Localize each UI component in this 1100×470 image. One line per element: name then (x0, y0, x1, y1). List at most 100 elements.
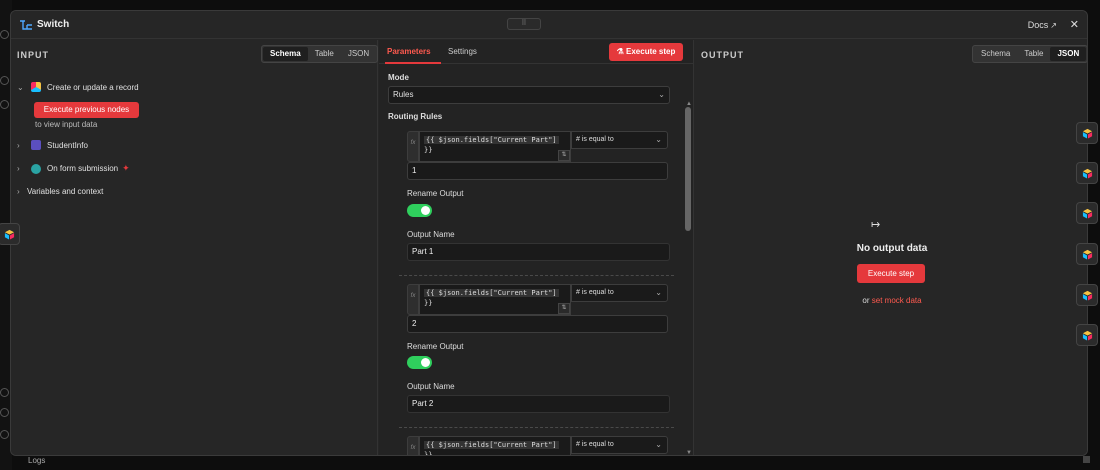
execute-step-button[interactable]: Execute step (857, 264, 925, 283)
output-node-tile[interactable] (1076, 243, 1098, 265)
airtable-icon (1082, 290, 1093, 301)
output-node-tile[interactable] (1076, 284, 1098, 306)
expression-fx-icon: fx (407, 436, 419, 455)
input-view-schema[interactable]: Schema (263, 47, 308, 61)
view-input-hint: to view input data (35, 120, 98, 129)
chevron-right-icon: › (17, 187, 20, 196)
tree-item-studentinfo[interactable]: › StudentInfo (17, 140, 88, 150)
rename-output-label: Rename Output (407, 189, 464, 198)
expand-expression-icon[interactable]: ⇅ (558, 150, 570, 161)
output-view-schema[interactable]: Schema (974, 47, 1017, 61)
tree-item-variables[interactable]: › Variables and context (17, 187, 103, 196)
chevron-right-icon: › (17, 164, 20, 173)
airtable-icon (1082, 168, 1093, 179)
tree-item-form-submission[interactable]: › On form submission ✦ (17, 163, 130, 174)
external-link-icon: ↗ (1050, 21, 1057, 30)
input-label: INPUT (17, 50, 49, 60)
rule-divider (399, 427, 674, 428)
input-view-json[interactable]: JSON (341, 47, 376, 61)
expand-expression-icon[interactable]: ⇅ (558, 303, 570, 314)
rule-2-operator-select[interactable]: # is equal to ⌄ (571, 284, 668, 302)
mock-data-hint: or set mock data (695, 296, 1087, 305)
output-name-label: Output Name (407, 230, 455, 239)
expression-end: }} (424, 451, 433, 456)
rule-2-output-name-input[interactable]: Part 2 (407, 395, 670, 413)
parameters-scroll-area[interactable]: Mode Rules ⌄ Routing Rules fx {{ $json.f… (379, 65, 693, 456)
trigger-badge-icon: ✦ (122, 163, 130, 173)
expression-fx-icon: fx (407, 131, 419, 162)
output-label: OUTPUT (701, 50, 744, 60)
airtable-icon (1082, 249, 1093, 260)
input-node-tile[interactable] (0, 223, 20, 245)
switch-node-icon (19, 18, 33, 32)
tree-item-label: Variables and context (27, 187, 104, 196)
scrollbar-thumb[interactable] (685, 107, 691, 231)
rule-3-operator-select[interactable]: # is equal to ⌄ (571, 436, 668, 454)
bg-search-icon (0, 30, 9, 39)
operator-value: # is equal to (576, 441, 614, 448)
input-view-switcher: Schema Table JSON (261, 45, 379, 63)
rule-1-rename-toggle[interactable] (407, 204, 432, 217)
chevron-down-icon: ⌄ (658, 90, 665, 99)
airtable-icon (1082, 208, 1093, 219)
rename-output-label: Rename Output (407, 342, 464, 351)
tab-parameters[interactable]: Parameters (387, 47, 431, 56)
mode-select[interactable]: Rules ⌄ (388, 86, 670, 104)
rule-divider (399, 275, 674, 276)
parameter-tabs: Parameters Settings ⚗ Execute step (379, 40, 693, 64)
operator-value: # is equal to (576, 136, 614, 143)
output-node-tile[interactable] (1076, 202, 1098, 224)
expression-code: {{ $json.fields["Current Part"] (424, 136, 559, 144)
docs-link[interactable]: Docs ↗ (1028, 20, 1057, 30)
tree-item-label: On form submission (47, 164, 119, 173)
active-tab-indicator (385, 62, 441, 64)
output-node-tile[interactable] (1076, 122, 1098, 144)
execute-previous-nodes-button[interactable]: Execute previous nodes (34, 102, 139, 118)
input-view-table[interactable]: Table (308, 47, 341, 61)
tree-item-create-update[interactable]: ⌄ Create or update a record (17, 82, 139, 92)
bg-help-icon (0, 388, 9, 397)
close-icon[interactable]: ✕ (1070, 18, 1079, 31)
bg-chart-icon (0, 408, 9, 417)
code-node-icon (31, 140, 41, 150)
expression-end: }} (424, 146, 433, 154)
node-details-modal: Switch Docs ↗ ✕ INPUT Schema Table JSON ⌄… (10, 10, 1088, 456)
chevron-down-icon: ⌄ (655, 440, 662, 449)
rule-2-rename-toggle[interactable] (407, 356, 432, 369)
rule-3-left-value[interactable]: {{ $json.fields["Current Part"] }} (419, 436, 571, 456)
node-title[interactable]: Switch (37, 19, 69, 30)
rule-2-left-value[interactable]: {{ $json.fields["Current Part"] }} (419, 284, 571, 315)
output-view-json[interactable]: JSON (1050, 47, 1087, 61)
tree-item-label: StudentInfo (47, 140, 88, 150)
modal-header: Switch Docs ↗ ✕ (11, 11, 1087, 39)
set-mock-data-link[interactable]: set mock data (872, 296, 922, 305)
airtable-icon (31, 82, 41, 92)
rule-1-right-value[interactable]: 1 (407, 162, 668, 180)
output-node-tile[interactable] (1076, 324, 1098, 346)
input-panel: INPUT Schema Table JSON ⌄ Create or upda… (11, 40, 379, 455)
airtable-icon (1082, 330, 1093, 341)
mock-prefix: or (862, 296, 870, 305)
rule-1-operator-select[interactable]: # is equal to ⌄ (571, 131, 668, 149)
output-node-tile[interactable] (1076, 162, 1098, 184)
tab-settings[interactable]: Settings (448, 47, 477, 56)
rule-1-left-value[interactable]: {{ $json.fields["Current Part"] }} (419, 131, 571, 162)
output-view-table[interactable]: Table (1017, 47, 1050, 61)
execute-step-button[interactable]: ⚗ Execute step (609, 43, 683, 61)
airtable-icon (1082, 128, 1093, 139)
mode-label: Mode (388, 73, 409, 82)
tree-item-label: Create or update a record (47, 82, 139, 92)
scroll-down-icon[interactable]: ▼ (686, 450, 692, 455)
logs-label[interactable]: Logs (28, 456, 45, 465)
rule-2-right-value[interactable]: 2 (407, 315, 668, 333)
bg-home-icon (0, 76, 9, 85)
panel-toggle-icon[interactable] (1083, 456, 1090, 463)
panel-drag-handle[interactable]: ⠿ (507, 18, 541, 30)
chevron-down-icon: ⌄ (655, 288, 662, 297)
docs-label: Docs (1027, 20, 1049, 30)
operator-value: # is equal to (576, 289, 614, 296)
no-output-title: No output data (856, 243, 928, 254)
rule-1-output-name-input[interactable]: Part 1 (407, 243, 670, 261)
output-view-switcher: Schema Table JSON (972, 45, 1087, 63)
arrow-right-to-line-icon: ↦ (871, 219, 881, 231)
